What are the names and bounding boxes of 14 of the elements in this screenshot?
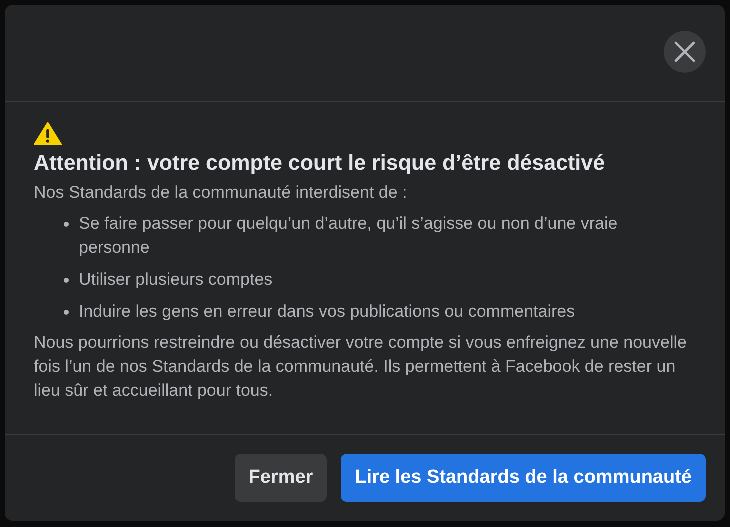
rule-text: Utiliser plusieurs comptes <box>79 269 273 291</box>
rule-text: Induire les gens en erreur dans vos publications ou commentaires <box>79 301 576 323</box>
read-standards-button[interactable]: Lire les Standards de la communauté <box>341 454 706 502</box>
note-text: Nous pourrions restreindre ou désactiver votre compte si vous enfreignez une nouvelle fois l’un de nos Standards de la communauté. Ils permettent à Facebook de rester un lieu sûr et accueillant pour tous. <box>34 332 688 402</box>
rule-text: Se faire passer pour quelqu’un d’autre, qu’il s’agisse ou non d’une vraie personne <box>79 213 619 259</box>
warning-icon <box>34 122 62 146</box>
close-button[interactable] <box>664 31 706 73</box>
close-dialog-button[interactable]: Fermer <box>234 454 328 502</box>
intro-text: Nos Standards de la communauté interdisent de : <box>34 182 408 204</box>
bullet-icon <box>64 222 69 227</box>
bullet-icon <box>64 310 69 315</box>
dialog-title: Attention : votre compte court le risque d’être désactivé <box>34 150 606 177</box>
bullet-icon <box>64 278 69 283</box>
close-icon <box>674 41 696 63</box>
